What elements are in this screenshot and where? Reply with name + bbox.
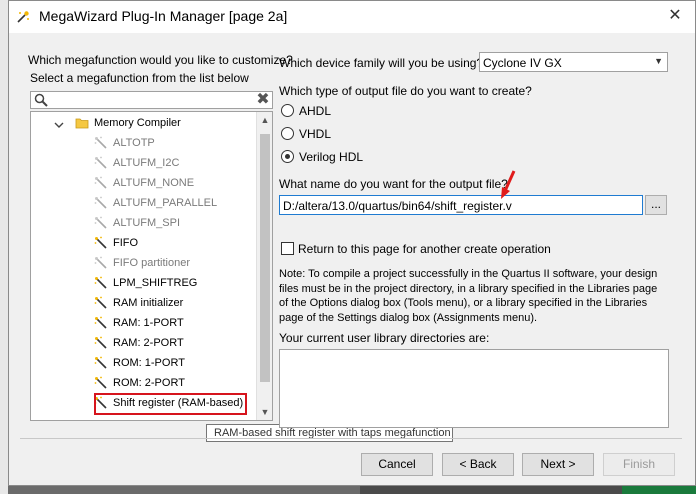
device-family-select[interactable]: Cyclone IV GX ▼ xyxy=(479,52,668,72)
tree-item-label: FIFO partitioner xyxy=(113,257,191,269)
wand-icon xyxy=(94,236,107,249)
tree-item[interactable]: RAM: 2-PORT xyxy=(31,333,257,353)
background-window-edge xyxy=(0,0,8,494)
wand-icon xyxy=(94,376,107,389)
wand-icon xyxy=(94,316,107,329)
radio-verilog-hdl[interactable] xyxy=(281,150,294,163)
selection-highlight-box xyxy=(94,393,247,415)
tree-item[interactable]: ALTUFM_I2C xyxy=(31,153,257,173)
tree-item-label: ALTUFM_NONE xyxy=(113,177,195,189)
note-text: Note: To compile a project successfully … xyxy=(279,268,658,324)
tree-folder[interactable]: Memory Compiler xyxy=(31,113,257,133)
close-button[interactable]: ✕ xyxy=(663,5,687,27)
tree-item-label: FIFO xyxy=(113,237,139,249)
tree-item-label: ROM: 1-PORT xyxy=(113,357,185,369)
device-family-value: Cyclone IV GX xyxy=(483,56,562,70)
close-icon: ✕ xyxy=(668,7,682,24)
tree-item[interactable]: ALTUFM_PARALLEL xyxy=(31,193,257,213)
tree-item[interactable]: ALTUFM_NONE xyxy=(31,173,257,193)
radio-vhdl[interactable] xyxy=(281,127,294,140)
output-type-question: Which type of output file do you want to… xyxy=(279,84,532,98)
megafunction-question: Which megafunction would you like to cus… xyxy=(28,53,293,67)
scroll-up-icon[interactable]: ▲ xyxy=(257,112,272,128)
library-dirs-label: Your current user library directories ar… xyxy=(279,331,490,345)
tree-item[interactable]: RAM initializer xyxy=(31,293,257,313)
dropdown-arrow-icon: ▼ xyxy=(654,56,663,66)
return-checkbox-label: Return to this page for another create o… xyxy=(298,242,551,256)
output-file-question: What name do you want for the output fil… xyxy=(279,177,508,191)
tree-scrollbar[interactable]: ▲ ▼ xyxy=(256,112,272,420)
radio-label-ahdl: AHDL xyxy=(299,104,332,118)
megafunction-tree[interactable]: Memory Compiler ALTOTP ALTUFM_I2C ALTUFM_NO… xyxy=(30,111,273,421)
wand-icon xyxy=(94,216,107,229)
button-separator xyxy=(20,438,682,439)
tree-item[interactable]: LPM_SHIFTREG xyxy=(31,273,257,293)
scroll-thumb[interactable] xyxy=(260,134,270,382)
tree-item-label: ALTOTP xyxy=(113,137,155,149)
return-checkbox[interactable] xyxy=(281,242,294,255)
folder-icon xyxy=(75,118,89,129)
wand-icon xyxy=(94,356,107,369)
clear-search-icon[interactable]: ✖ xyxy=(256,92,270,108)
tree-item-label: RAM: 1-PORT xyxy=(113,317,184,329)
tree-item-label: ALTUFM_I2C xyxy=(113,157,180,169)
red-arrow-icon xyxy=(501,170,516,199)
back-button[interactable]: < Back xyxy=(442,453,514,476)
tree-item[interactable]: ALTUFM_SPI xyxy=(31,213,257,233)
tree-item-label: ALTUFM_PARALLEL xyxy=(113,197,218,209)
cancel-button[interactable]: Cancel xyxy=(361,453,433,476)
megawizard-dialog: MegaWizard Plug-In Manager [page 2a] ✕ W… xyxy=(8,0,696,486)
wand-icon xyxy=(94,196,107,209)
tree-item-label: LPM_SHIFTREG xyxy=(113,277,198,289)
browse-button[interactable]: ... xyxy=(645,195,667,215)
wand-app-icon xyxy=(17,11,29,23)
output-file-input[interactable]: D:/altera/13.0/quartus/bin64/shift_regis… xyxy=(279,195,643,215)
scroll-down-icon[interactable]: ▼ xyxy=(257,404,272,420)
output-file-value: D:/altera/13.0/quartus/bin64/shift_regis… xyxy=(283,199,512,213)
device-family-question: Which device family will you be using? xyxy=(279,56,484,70)
library-dirs-list[interactable] xyxy=(279,349,669,428)
search-icon xyxy=(34,93,48,107)
megafunction-select-label: Select a megafunction from the list belo… xyxy=(30,71,249,85)
radio-label-vhdl: VHDL xyxy=(299,127,332,141)
chevron-down-icon[interactable] xyxy=(54,118,64,132)
next-button[interactable]: Next > xyxy=(522,453,594,476)
tree-item-label: ALTUFM_SPI xyxy=(113,217,181,229)
tree-item[interactable]: ROM: 2-PORT xyxy=(31,373,257,393)
tree-item[interactable]: ALTOTP xyxy=(31,133,257,153)
megafunction-search-input[interactable]: ✖ xyxy=(30,91,273,109)
radio-label-verilog-hdl: Verilog HDL xyxy=(299,150,364,164)
wand-icon xyxy=(94,136,107,149)
tree-item-label: ROM: 2-PORT xyxy=(113,377,185,389)
tree-item[interactable]: ROM: 1-PORT xyxy=(31,353,257,373)
tree-item-label: Memory Compiler xyxy=(94,117,181,129)
tree-item[interactable]: FIFO partitioner xyxy=(31,253,257,273)
tree-item[interactable]: FIFO xyxy=(31,233,257,253)
wand-icon xyxy=(94,276,107,289)
window-title: MegaWizard Plug-In Manager [page 2a] xyxy=(39,8,288,24)
background-accent xyxy=(622,486,696,494)
wand-icon xyxy=(94,336,107,349)
wand-icon xyxy=(94,156,107,169)
tree-item[interactable]: RAM: 1-PORT xyxy=(31,313,257,333)
tree-item-label: RAM: 2-PORT xyxy=(113,337,184,349)
wand-icon xyxy=(94,176,107,189)
wand-icon xyxy=(94,256,107,269)
tree-item-label: RAM initializer xyxy=(113,297,184,309)
title-bar: MegaWizard Plug-In Manager [page 2a] ✕ xyxy=(9,1,695,33)
wand-icon xyxy=(94,296,107,309)
finish-button: Finish xyxy=(603,453,675,476)
radio-ahdl[interactable] xyxy=(281,104,294,117)
